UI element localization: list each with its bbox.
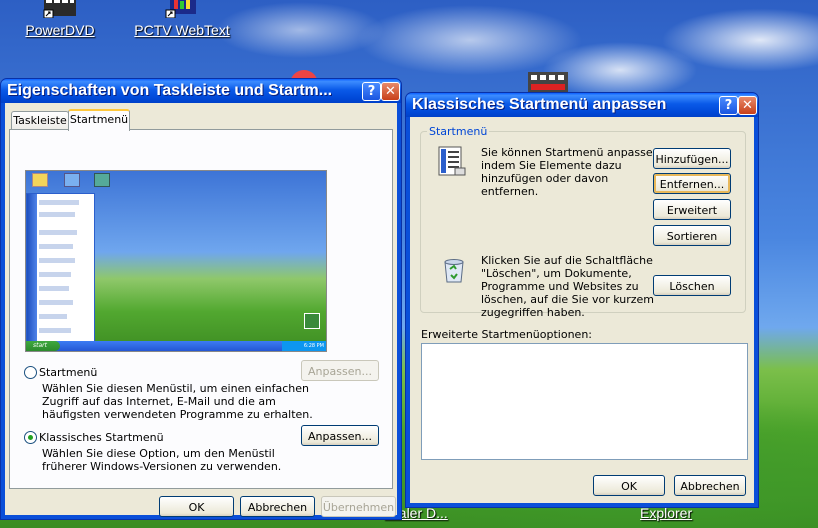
classic-startmenu-radio-label: Klassisches Startmenü xyxy=(39,431,164,444)
preview-desktop-icon xyxy=(64,173,80,187)
advanced-button[interactable]: Erweitert xyxy=(653,199,731,220)
advanced-options-label: Erweiterte Startmenüoptionen: xyxy=(421,328,592,341)
startmenu-groupbox: Startmenü Sie können Startmenü anpassen,… xyxy=(420,125,746,319)
recycle-bin-icon xyxy=(439,254,469,284)
classic-startmenu-radio[interactable] xyxy=(24,431,37,444)
clear-text-line: Klicken Sie auf die Schaltfläche xyxy=(481,254,653,267)
pctv-webtext-icon xyxy=(164,0,200,19)
title-bar[interactable]: Eigenschaften von Taskleiste und Startm.… xyxy=(1,79,401,103)
window-client: Taskleiste start 6:28 PM Startmenü Anpas… xyxy=(5,103,397,517)
ok-button[interactable]: OK xyxy=(593,475,665,496)
remove-button[interactable]: Entfernen... xyxy=(653,173,731,194)
customize-text-line: entfernen. xyxy=(481,185,539,198)
startmenu-preview-image: start 6:28 PM xyxy=(25,170,327,352)
desktop-icon-pctv-webtext[interactable]: PCTV WebText xyxy=(127,0,237,38)
desktop-icon-label: PowerDVD xyxy=(25,22,95,38)
ok-button[interactable]: OK xyxy=(159,496,234,517)
close-button[interactable]: ✕ xyxy=(381,82,400,101)
customize-text-line: hinzufügen oder davon xyxy=(481,172,609,185)
title-bar[interactable]: Klassisches Startmenü anpassen ? ✕ xyxy=(406,93,758,117)
startmenu-radio[interactable] xyxy=(24,366,37,379)
startmenu-description-line: häufigsten verwendeten Programme zu erha… xyxy=(42,408,313,421)
desktop-icon-label: PCTV WebText xyxy=(134,22,230,38)
clear-text-line: zugegriffen haben. xyxy=(481,306,585,319)
classic-customize-button[interactable]: Anpassen... xyxy=(301,425,379,446)
preview-start-button: start xyxy=(26,341,60,351)
help-button[interactable]: ? xyxy=(719,96,738,115)
startmenu-description-line: Zugriff auf das Internet, E-Mail und die… xyxy=(42,395,276,408)
cancel-button[interactable]: Abbrechen xyxy=(240,496,315,517)
preview-taskbar xyxy=(26,341,326,351)
powerdvd-icon xyxy=(42,0,78,19)
startmenu-description-line: Wählen Sie diesen Menüstil, um einen ein… xyxy=(42,382,309,395)
preview-desktop-icon xyxy=(94,173,110,187)
startmenu-radio-label: Startmenü xyxy=(39,366,98,379)
desktop-icon-powerdvd[interactable]: PowerDVD xyxy=(5,0,115,38)
advanced-options-list[interactable] xyxy=(421,343,748,460)
preview-desktop-icon xyxy=(32,173,48,187)
tab-startmenue[interactable]: Startmenü xyxy=(68,109,130,131)
classic-description-line: früherer Windows-Versionen zu verwenden. xyxy=(42,460,282,473)
sort-button[interactable]: Sortieren xyxy=(653,225,731,246)
taskbar-properties-window: Eigenschaften von Taskleiste und Startm.… xyxy=(0,78,402,520)
help-button[interactable]: ? xyxy=(362,82,381,101)
preview-classic-startmenu xyxy=(26,193,95,343)
preview-tray-clock: 6:28 PM xyxy=(282,341,326,351)
hidden-desktop-icon xyxy=(528,72,568,94)
clear-text-line: "Löschen", um Dokumente, xyxy=(481,267,632,280)
dialog-title: Klassisches Startmenü anpassen xyxy=(412,96,667,113)
clear-button[interactable]: Löschen xyxy=(653,275,731,296)
startmenu-customize-button[interactable]: Anpassen... xyxy=(301,360,379,381)
close-button[interactable]: ✕ xyxy=(738,96,757,115)
classic-description-line: Wählen Sie diese Option, um den Menüstil xyxy=(42,447,275,460)
tab-panel: start 6:28 PM Startmenü Anpassen... Wähl… xyxy=(9,129,393,489)
customize-text-line: indem Sie Elemente dazu xyxy=(481,159,622,172)
startmenu-settings-icon xyxy=(437,146,467,176)
cancel-button[interactable]: Abbrechen xyxy=(674,475,746,496)
customize-text-line: Sie können Startmenü anpassen, xyxy=(481,146,664,159)
groupbox-label: Startmenü xyxy=(427,125,490,138)
classic-startmenu-customize-dialog: Klassisches Startmenü anpassen ? ✕ Start… xyxy=(405,92,759,508)
add-button[interactable]: Hinzufügen... xyxy=(653,148,731,169)
clear-text-line: löschen, auf die Sie vor kurzem xyxy=(481,293,654,306)
window-title: Eigenschaften von Taskleiste und Startm.… xyxy=(7,82,333,99)
tab-taskleiste[interactable]: Taskleiste xyxy=(11,111,69,130)
apply-button[interactable]: Übernehmen xyxy=(321,496,396,517)
clear-text-line: Programme und Websites zu xyxy=(481,280,639,293)
preview-recycle-bin-icon xyxy=(304,313,320,329)
dialog-client: Startmenü Sie können Startmenü anpassen,… xyxy=(410,117,754,503)
